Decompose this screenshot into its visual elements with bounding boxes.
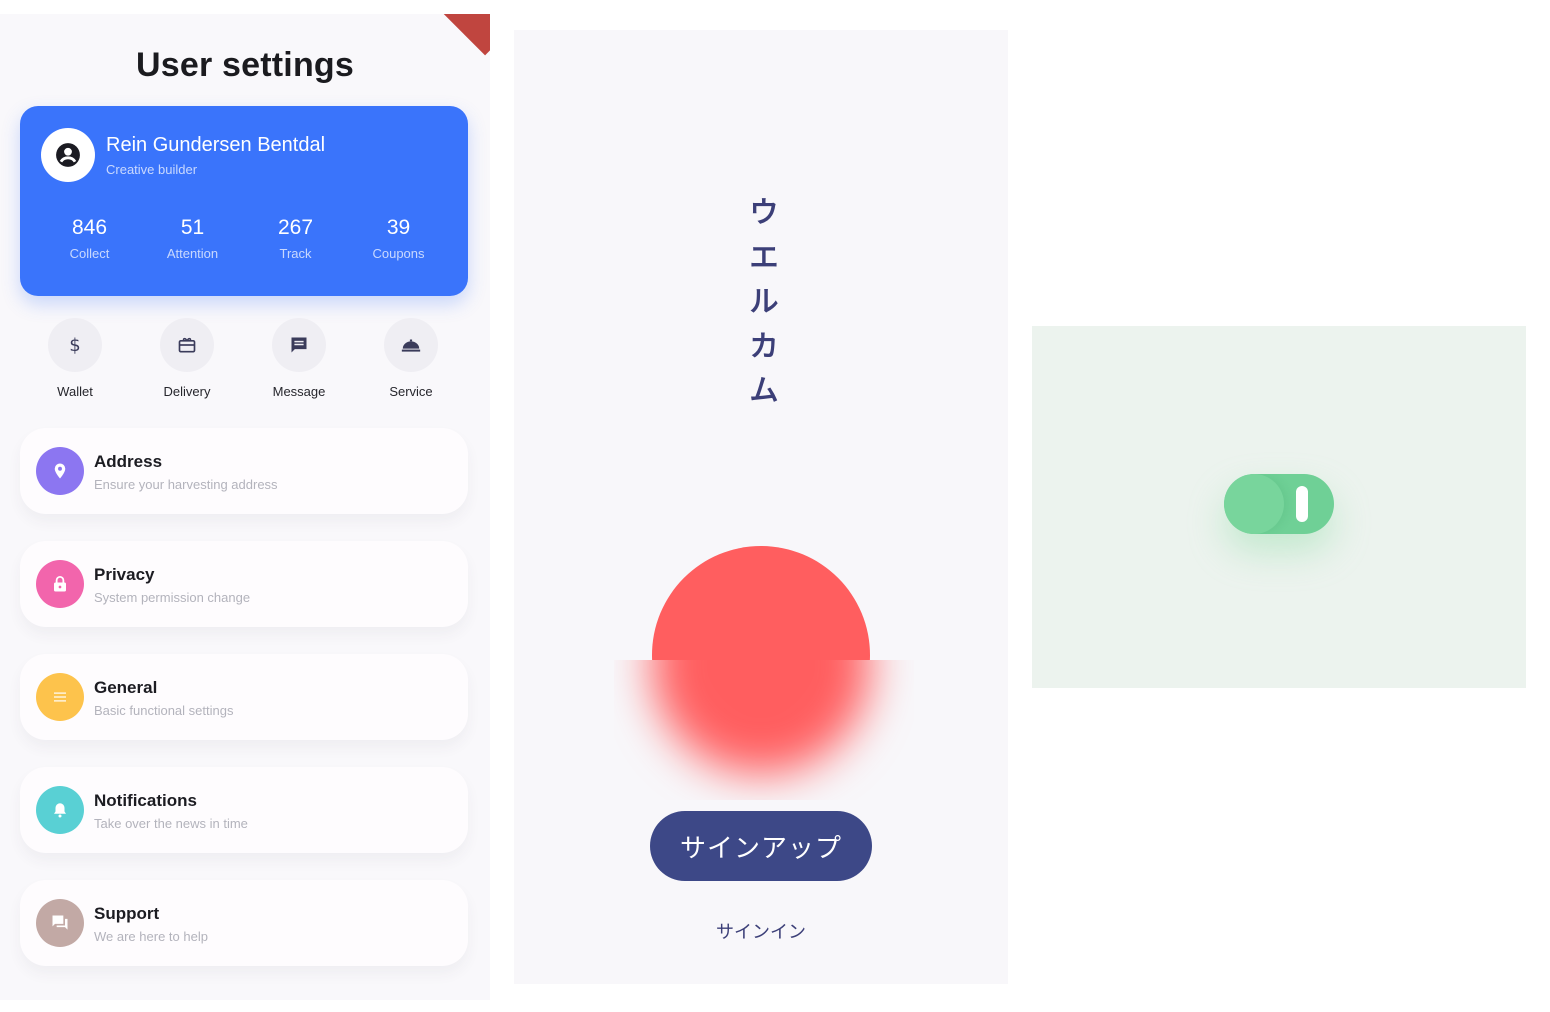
avatar[interactable] <box>41 128 95 182</box>
stat-collect[interactable]: 846 Collect <box>40 216 140 261</box>
setting-icon-circle <box>36 786 84 834</box>
shortcut-row: $ Wallet Delivery Message Service <box>19 318 467 399</box>
setting-subtitle: We are here to help <box>94 929 208 944</box>
setting-title: Support <box>94 904 160 923</box>
stat-track[interactable]: 267 Track <box>246 216 346 261</box>
signin-link[interactable]: サインイン <box>514 918 1008 944</box>
setting-subtitle: Ensure your harvesting address <box>94 477 278 492</box>
welcome-char: ル <box>749 284 779 318</box>
account-circle-icon <box>56 143 80 167</box>
signup-button[interactable]: サインアップ <box>650 811 872 881</box>
stat-coupons[interactable]: 39 Coupons <box>349 216 449 261</box>
shortcut-message[interactable]: Message <box>243 318 355 399</box>
welcome-char: エ <box>749 239 779 274</box>
settings-item-support[interactable]: Support We are here to help <box>20 880 468 966</box>
setting-title: Privacy <box>94 565 155 584</box>
sun-reflection <box>614 660 914 800</box>
shortcut-service[interactable]: Service <box>355 318 467 399</box>
dollar-icon: $ <box>69 334 81 356</box>
toggle-panel <box>1032 326 1526 688</box>
setting-title: Address <box>94 452 163 471</box>
setting-subtitle: Basic functional settings <box>94 703 234 718</box>
setting-icon-circle <box>36 447 84 495</box>
welcome-panel: ウ エ ル カ ム サインアップ サインイン <box>514 30 1008 984</box>
setting-icon-circle <box>36 560 84 608</box>
setting-icon-circle <box>36 673 84 721</box>
shortcut-delivery[interactable]: Delivery <box>131 318 243 399</box>
settings-item-privacy[interactable]: Privacy System permission change <box>20 541 468 627</box>
profile-card[interactable]: Rein Gundersen Bentdal Creative builder … <box>20 106 468 296</box>
message-icon <box>291 337 307 353</box>
shortcut-label: Wallet <box>57 384 93 399</box>
profile-stats: 846 Collect 51 Attention 267 Track 39 Co… <box>38 216 450 261</box>
lock-icon <box>54 576 66 592</box>
settings-item-address[interactable]: Address Ensure your harvesting address <box>20 428 468 514</box>
shortcut-icon-circle[interactable]: $ <box>48 318 102 372</box>
shortcut-label: Service <box>389 384 433 399</box>
gift-card-icon <box>178 337 196 353</box>
forum-icon <box>52 915 68 930</box>
setting-title: Notifications <box>94 791 197 810</box>
profile-name: Rein Gundersen Bentdal <box>106 134 326 156</box>
settings-item-general[interactable]: General Basic functional settings <box>20 654 468 740</box>
shortcut-icon-circle[interactable] <box>384 318 438 372</box>
page-title: User settings <box>135 46 354 84</box>
toggle-on-indicator <box>1296 486 1308 522</box>
stat-value: 846 <box>71 216 108 239</box>
profile-role: Creative builder <box>106 162 198 177</box>
setting-subtitle: System permission change <box>94 590 251 605</box>
stat-attention[interactable]: 51 Attention <box>143 216 243 261</box>
welcome-char: カ <box>749 328 779 363</box>
stat-label: Track <box>279 246 312 261</box>
stat-label: Attention <box>166 246 219 261</box>
location-pin-icon <box>54 463 66 479</box>
user-settings-panel: User settings Rein Gundersen Bentdal Cre… <box>0 14 490 1000</box>
welcome-char: ウ <box>749 195 779 229</box>
toggle-knob <box>1224 474 1284 534</box>
stat-value: 267 <box>277 216 314 239</box>
shortcut-icon-circle[interactable] <box>160 318 214 372</box>
toggle-switch[interactable] <box>1224 474 1334 534</box>
stat-value: 51 <box>180 216 205 239</box>
shortcut-label: Message <box>272 384 326 399</box>
setting-title: General <box>94 678 158 697</box>
sun-illustration <box>652 546 870 660</box>
shortcut-label: Delivery <box>163 384 211 399</box>
shortcut-icon-circle[interactable] <box>272 318 326 372</box>
welcome-title-vertical: ウ エ ル カ ム <box>739 190 789 413</box>
setting-subtitle: Take over the news in time <box>94 816 248 831</box>
settings-item-notifications[interactable]: Notifications Take over the news in time <box>20 767 468 853</box>
menu-icon <box>54 692 66 702</box>
bell-icon <box>54 803 66 818</box>
stat-label: Coupons <box>372 246 425 261</box>
shortcut-wallet[interactable]: $ Wallet <box>19 318 131 399</box>
room-service-icon <box>401 339 421 352</box>
stat-value: 39 <box>386 216 411 239</box>
welcome-char: ム <box>749 373 779 407</box>
stat-label: Collect <box>69 246 110 261</box>
setting-icon-circle <box>36 899 84 947</box>
